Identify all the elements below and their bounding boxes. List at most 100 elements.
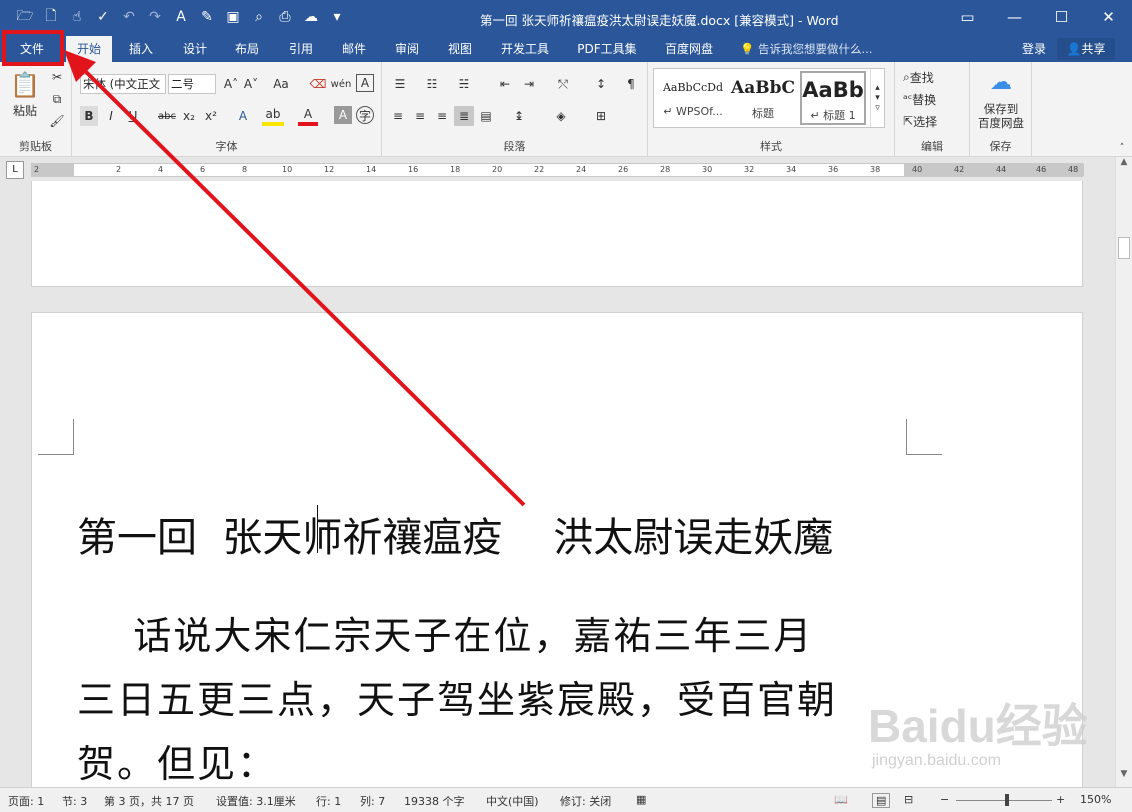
shading-icon[interactable]: ◈ bbox=[548, 106, 574, 126]
scroll-up-icon[interactable]: ▲ bbox=[1116, 157, 1132, 173]
print-preview-icon[interactable]: ⎙ bbox=[274, 6, 296, 28]
paragraph-line-1[interactable]: 话说大宋仁宗天子在位，嘉祐三年三月 bbox=[77, 605, 813, 660]
char-shading-icon[interactable]: A bbox=[334, 106, 352, 124]
sort-icon[interactable]: ↕ bbox=[590, 74, 612, 94]
align-right-icon[interactable]: ≡ bbox=[432, 106, 452, 126]
find-button[interactable]: ⌕ 查找 bbox=[903, 68, 963, 86]
underline-button[interactable]: U bbox=[124, 106, 142, 126]
format-painter-icon[interactable]: 🖌 bbox=[48, 112, 66, 130]
tab-selector[interactable]: L bbox=[6, 161, 24, 179]
change-case-button[interactable]: Aa bbox=[268, 74, 294, 94]
collapse-ribbon-icon[interactable]: ˄ bbox=[1116, 142, 1128, 154]
replace-button[interactable]: ᵃᶜ 替换 bbox=[903, 90, 963, 108]
status-revision[interactable]: 修订: 关闭 bbox=[560, 793, 611, 809]
tab-mailings[interactable]: 邮件 bbox=[331, 36, 377, 62]
macro-record-icon[interactable]: ▦ bbox=[636, 793, 646, 806]
tab-layout[interactable]: 布局 bbox=[224, 36, 270, 62]
spelling-icon[interactable]: ✓ bbox=[92, 6, 114, 28]
touch-mode-icon[interactable]: ☝ bbox=[66, 6, 88, 28]
enclose-char-icon[interactable]: 字 bbox=[356, 106, 374, 124]
subscript-button[interactable]: x₂ bbox=[180, 106, 198, 126]
strikethrough-button[interactable]: abc bbox=[156, 106, 178, 126]
zoom-slider[interactable] bbox=[956, 800, 1052, 801]
vertical-scrollbar[interactable]: ▲ ▼ bbox=[1115, 157, 1132, 787]
line-spacing-icon[interactable]: ↨ bbox=[506, 106, 532, 126]
undo-icon[interactable]: ↶ bbox=[118, 6, 140, 28]
clear-format-icon[interactable]: ⌫ bbox=[308, 74, 328, 94]
print-layout-icon[interactable]: ▤ bbox=[872, 793, 891, 808]
new-doc-icon[interactable]: 🗋 bbox=[40, 6, 62, 28]
tab-home[interactable]: 开始 bbox=[66, 36, 112, 62]
scroll-down-icon[interactable]: ▼ bbox=[1116, 769, 1132, 785]
find-icon[interactable]: ⌕ bbox=[248, 6, 270, 28]
edit-icon[interactable]: ✎ bbox=[196, 6, 218, 28]
superscript-button[interactable]: x² bbox=[202, 106, 220, 126]
tab-developer[interactable]: 开发工具 bbox=[492, 36, 558, 62]
text-effects-icon[interactable]: A bbox=[232, 106, 254, 126]
style-heading-1[interactable]: AaBb ↵ 标题 1 bbox=[800, 71, 866, 125]
borders-icon[interactable]: ⊞ bbox=[588, 106, 614, 126]
close-button[interactable]: ✕ bbox=[1085, 0, 1132, 34]
paste-button[interactable]: 粘贴 bbox=[6, 102, 44, 118]
font-color-icon[interactable]: A bbox=[298, 106, 318, 126]
tell-me-box[interactable]: 💡 告诉我您想要做什么... bbox=[740, 36, 872, 62]
horizontal-ruler[interactable]: 2 2 4 6 8 10 12 14 16 18 20 22 24 26 28 … bbox=[31, 163, 1084, 177]
font-size-select[interactable]: 二号 bbox=[168, 74, 216, 94]
zoom-slider-thumb[interactable] bbox=[1005, 794, 1009, 806]
read-mode-icon[interactable]: 📖 bbox=[834, 793, 848, 806]
baidu-cloud-icon[interactable]: ☁ bbox=[985, 68, 1017, 96]
zoom-level[interactable]: 150% bbox=[1080, 793, 1111, 806]
distributed-icon[interactable]: ▤ bbox=[476, 106, 496, 126]
increase-indent-icon[interactable]: ⇥ bbox=[518, 74, 540, 94]
open-folder-icon[interactable]: 🗁 bbox=[14, 6, 36, 28]
scroll-thumb[interactable] bbox=[1118, 237, 1130, 259]
style-normal[interactable]: AaBbCcDd ↵ WPSOf... bbox=[658, 71, 728, 125]
align-left-icon[interactable]: ≡ bbox=[388, 106, 408, 126]
multilevel-list-icon[interactable]: ☵ bbox=[452, 74, 476, 94]
status-page[interactable]: 页面: 1 bbox=[8, 793, 44, 809]
status-setting[interactable]: 设置值: 3.1厘米 bbox=[216, 793, 296, 809]
paragraph-line-3[interactable]: 贺。但见： bbox=[77, 733, 277, 787]
cut-icon[interactable]: ✂ bbox=[48, 68, 66, 86]
font-name-select[interactable]: 宋体 (中文正文 bbox=[80, 74, 166, 94]
copy-icon[interactable]: ⧉ bbox=[48, 90, 66, 108]
status-line[interactable]: 行: 1 bbox=[316, 793, 341, 809]
save-icon[interactable]: ▣ bbox=[222, 6, 244, 28]
phonetic-guide-button[interactable]: wén bbox=[330, 74, 352, 94]
status-language[interactable]: 中文(中国) bbox=[486, 793, 539, 809]
bullets-icon[interactable]: ☰ bbox=[388, 74, 412, 94]
tab-design[interactable]: 设计 bbox=[172, 36, 218, 62]
save-to-baidu-button[interactable]: 保存到 百度网盘 bbox=[972, 100, 1030, 132]
paragraph-line-2[interactable]: 三日五更三点，天子驾坐紫宸殿，受百官朝 bbox=[77, 669, 837, 724]
tab-references[interactable]: 引用 bbox=[278, 36, 324, 62]
tab-view[interactable]: 视图 bbox=[437, 36, 483, 62]
align-center-icon[interactable]: ≡ bbox=[410, 106, 430, 126]
tab-baidu-netdisk[interactable]: 百度网盘 bbox=[655, 36, 723, 62]
tab-review[interactable]: 审阅 bbox=[384, 36, 430, 62]
login-link[interactable]: 登录 bbox=[1022, 36, 1046, 62]
italic-button[interactable]: I bbox=[102, 106, 120, 126]
select-button[interactable]: ⇱ 选择 bbox=[903, 112, 963, 130]
status-section[interactable]: 节: 3 bbox=[62, 793, 87, 809]
status-column[interactable]: 列: 7 bbox=[360, 793, 385, 809]
paste-icon[interactable]: 📋 bbox=[8, 68, 42, 102]
minimize-button[interactable]: — bbox=[991, 0, 1038, 34]
status-words[interactable]: 19338 个字 bbox=[404, 793, 465, 809]
text-effect-icon[interactable]: A bbox=[170, 6, 192, 28]
asian-layout-icon[interactable]: ⤲ bbox=[550, 74, 576, 94]
shrink-font-button[interactable]: A˅ bbox=[242, 74, 260, 94]
grow-font-button[interactable]: A˄ bbox=[222, 74, 240, 94]
web-layout-icon[interactable]: ⊟ bbox=[904, 793, 913, 806]
status-page-of[interactable]: 第 3 页，共 17 页 bbox=[104, 793, 194, 809]
share-button[interactable]: 👤共享 bbox=[1057, 38, 1115, 60]
decrease-indent-icon[interactable]: ⇤ bbox=[494, 74, 516, 94]
zoom-out-icon[interactable]: − bbox=[940, 793, 949, 806]
customize-icon[interactable]: ▾ bbox=[326, 6, 348, 28]
bold-button[interactable]: B bbox=[80, 106, 98, 126]
char-border-button[interactable]: A bbox=[356, 74, 374, 92]
share-icon[interactable]: ☁ bbox=[300, 6, 322, 28]
styles-scroll-icon[interactable]: ▴ ▾ ▿ bbox=[870, 69, 884, 127]
numbering-icon[interactable]: ☷ bbox=[420, 74, 444, 94]
show-marks-icon[interactable]: ¶ bbox=[620, 74, 642, 94]
highlight-color-icon[interactable]: ab bbox=[262, 106, 284, 126]
